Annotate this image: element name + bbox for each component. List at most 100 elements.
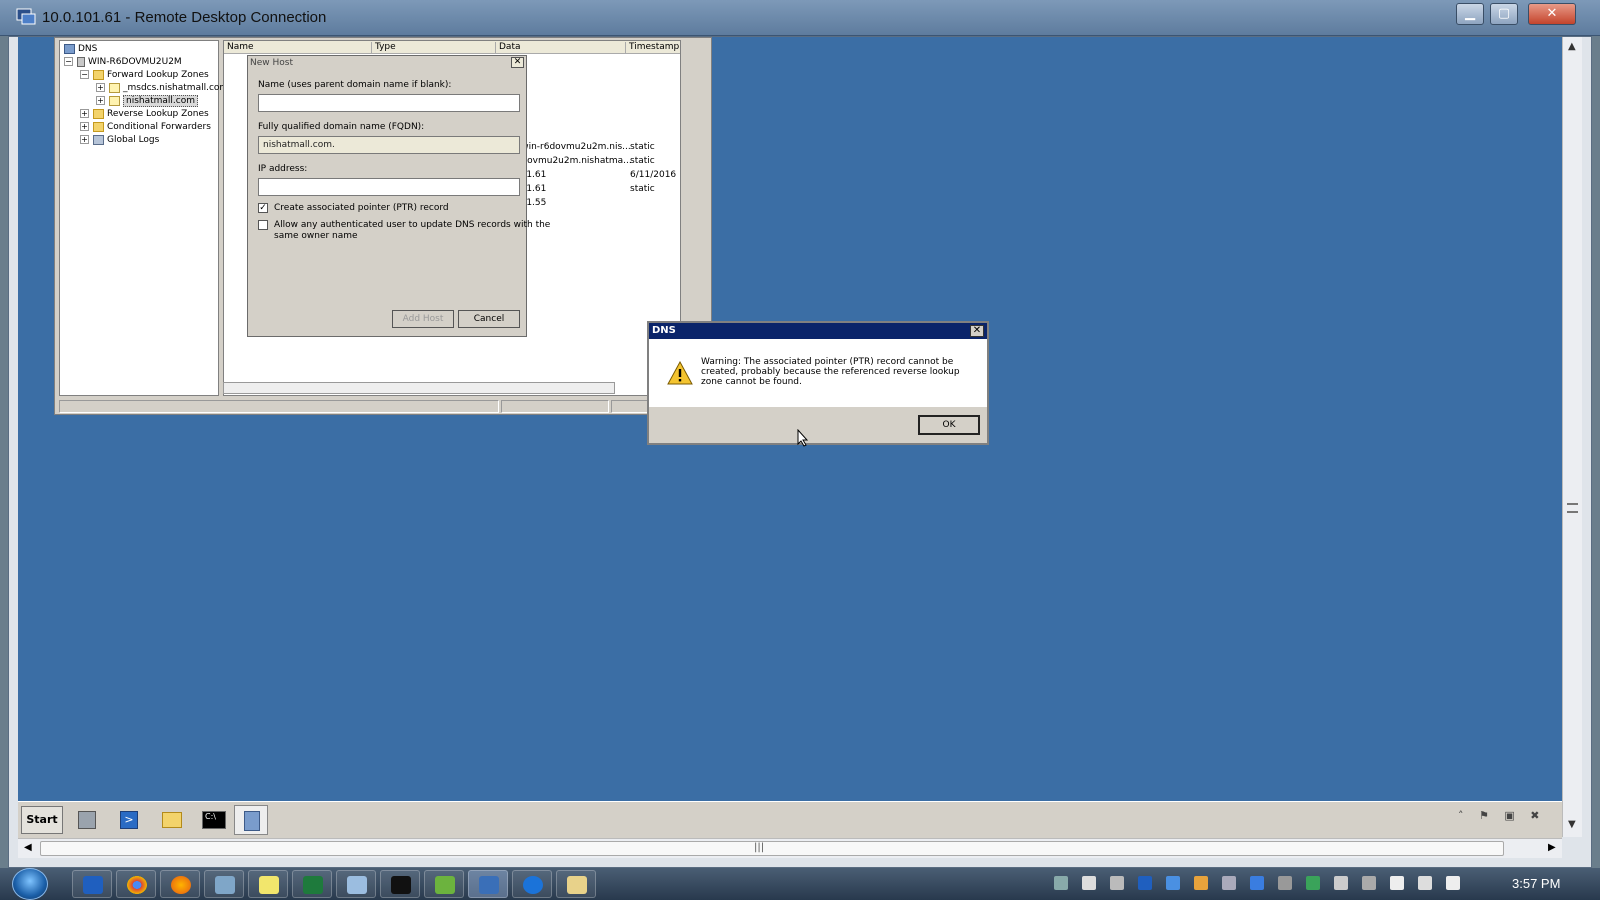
record-timestamp: static [630, 156, 655, 166]
column-header-type[interactable]: Type [372, 42, 496, 54]
new-host-close-button[interactable]: ✕ [511, 57, 524, 68]
folder-icon [93, 121, 104, 132]
expand-icon[interactable]: + [80, 135, 89, 144]
console-tree[interactable]: DNS − WIN-R6DOVMU2U2M − Forward Lookup Zon… [59, 40, 228, 396]
ip-address-input[interactable] [258, 178, 520, 196]
tree-item-nishatmall[interactable]: + nishatmall.com [96, 95, 199, 108]
outlook-tray-icon[interactable] [1138, 876, 1152, 890]
scroll-right-icon[interactable]: ▶ [1548, 842, 1556, 853]
firefox-taskbar-button[interactable] [160, 870, 200, 898]
signal-icon[interactable] [1110, 876, 1124, 890]
host-name-input[interactable] [258, 94, 520, 112]
chrome-taskbar-button[interactable] [116, 870, 156, 898]
remote-desktop[interactable]: DNS − WIN-R6DOVMU2U2M − Forward Lookup Zon… [18, 37, 1562, 801]
minimize-button[interactable]: ▁ [1456, 3, 1484, 25]
warning-close-button[interactable]: ✕ [970, 325, 984, 337]
add-host-button[interactable]: Add Host [392, 310, 454, 328]
scroll-down-icon[interactable]: ▼ [1568, 819, 1576, 830]
server-manager-icon [78, 811, 96, 829]
clock[interactable]: 3:57 PM [1512, 876, 1560, 891]
collapse-icon[interactable]: − [80, 70, 89, 79]
list-horizontal-scrollbar[interactable] [223, 382, 615, 394]
expand-icon[interactable]: + [96, 96, 105, 105]
expand-icon[interactable]: + [80, 109, 89, 118]
network-icon [215, 876, 235, 894]
alert-icon[interactable] [1194, 876, 1208, 890]
sticky-notes-taskbar-button[interactable] [248, 870, 288, 898]
server-manager-taskbar-button[interactable] [70, 805, 104, 835]
scrollbar-thumb[interactable] [40, 841, 1504, 856]
tree-item-global-logs[interactable]: + Global Logs [80, 134, 159, 147]
windows-orb-icon[interactable] [12, 868, 48, 900]
warning-body: Warning: The associated pointer (PTR) re… [649, 339, 987, 407]
status-segment [59, 400, 499, 413]
powershell-taskbar-button[interactable]: > [112, 805, 146, 835]
rdp-titlebar[interactable]: 10.0.101.61 - Remote Desktop Connection … [0, 0, 1600, 36]
wifi-icon[interactable] [1334, 876, 1348, 890]
ptr-checkbox[interactable]: ✓ [258, 203, 268, 213]
printer-icon[interactable] [1278, 876, 1292, 890]
tree-item-forward-lookup-zones[interactable]: − Forward Lookup Zones [80, 69, 209, 82]
scroll-up-icon[interactable]: ▲ [1568, 41, 1576, 52]
close-icon: ✕ [513, 57, 522, 67]
command-prompt-icon [391, 876, 411, 894]
tray-app-icon[interactable] [1054, 876, 1068, 890]
dns-warning-dialog: DNS ✕ Warning: The associated pointer (P… [647, 321, 989, 445]
files-taskbar-button[interactable] [556, 870, 596, 898]
volume-icon[interactable] [1446, 876, 1460, 890]
maximize-button[interactable]: ▢ [1490, 3, 1518, 25]
column-header-name[interactable]: Name [224, 42, 372, 54]
scrollbar-grip[interactable] [1567, 503, 1578, 513]
remote-vertical-scrollbar[interactable]: ▲ ▼ [1562, 37, 1582, 837]
remote-horizontal-scrollbar[interactable]: ◀ ||| ▶ [18, 838, 1562, 858]
tree-item-msdcs[interactable]: + _msdcs.nishatmall.com [96, 82, 228, 95]
column-header-data[interactable]: Data [496, 42, 626, 54]
new-host-dialog: New Host ✕ Name (uses parent domain name… [247, 55, 550, 337]
usb-icon[interactable] [1222, 876, 1236, 890]
teamviewer-taskbar-button[interactable] [512, 870, 552, 898]
remote-start-button[interactable]: Start [21, 806, 63, 834]
network-taskbar-button[interactable] [204, 870, 244, 898]
cancel-button[interactable]: Cancel [458, 310, 520, 328]
windows-icon[interactable] [1082, 876, 1096, 890]
tree-item-server[interactable]: − WIN-R6DOVMU2U2M [64, 56, 182, 69]
mouse-cursor-icon [797, 429, 809, 447]
action-center-flag-icon[interactable] [1390, 876, 1404, 890]
expand-icon[interactable]: + [96, 83, 105, 92]
outlook-taskbar-button[interactable] [72, 870, 112, 898]
battery-icon[interactable] [1418, 876, 1432, 890]
ip-address-label: IP address: [258, 164, 308, 174]
display-icon[interactable] [1362, 876, 1376, 890]
collapse-icon[interactable]: − [64, 57, 73, 66]
dropbox-icon[interactable] [1166, 876, 1180, 890]
cmd-host-taskbar-button[interactable] [380, 870, 420, 898]
expand-icon[interactable]: + [80, 122, 89, 131]
remote-system-tray: ˄ ⚑ ▣ ✖ [1458, 809, 1546, 822]
excel-icon [303, 876, 323, 894]
folder-icon [162, 812, 182, 828]
excel-taskbar-button[interactable] [292, 870, 332, 898]
tree-item-reverse-lookup-zones[interactable]: + Reverse Lookup Zones [80, 108, 209, 121]
control-panel-taskbar-button[interactable] [336, 870, 376, 898]
dns-manager-taskbar-button[interactable] [234, 805, 268, 835]
allow-update-label-line1: Allow any authenticated user to update D… [274, 220, 551, 230]
tree-item-dns[interactable]: DNS [64, 43, 97, 56]
scroll-left-icon[interactable]: ◀ [24, 842, 32, 853]
cmd-taskbar-button[interactable]: C:\ [196, 805, 230, 835]
close-button[interactable]: ✕ [1528, 3, 1576, 25]
explorer-taskbar-button[interactable] [154, 805, 188, 835]
remote-desktop-taskbar-button[interactable] [468, 870, 508, 898]
folder-icon [93, 69, 104, 80]
warning-message: Warning: The associated pointer (PTR) re… [701, 357, 960, 387]
allow-update-checkbox[interactable] [258, 220, 268, 230]
column-header-timestamp[interactable]: Timestamp [626, 42, 680, 54]
tree-item-conditional-forwarders[interactable]: + Conditional Forwarders [80, 121, 211, 134]
vmware-taskbar-button[interactable] [424, 870, 464, 898]
server-icon [77, 56, 85, 67]
network-tray-icon[interactable] [1306, 876, 1320, 890]
bluetooth-icon[interactable] [1250, 876, 1264, 890]
command-prompt-icon: C:\ [202, 811, 226, 829]
ok-button[interactable]: OK [918, 415, 980, 435]
fqdn-field: nishatmall.com. [258, 136, 520, 154]
fqdn-label: Fully qualified domain name (FQDN): [258, 122, 425, 132]
